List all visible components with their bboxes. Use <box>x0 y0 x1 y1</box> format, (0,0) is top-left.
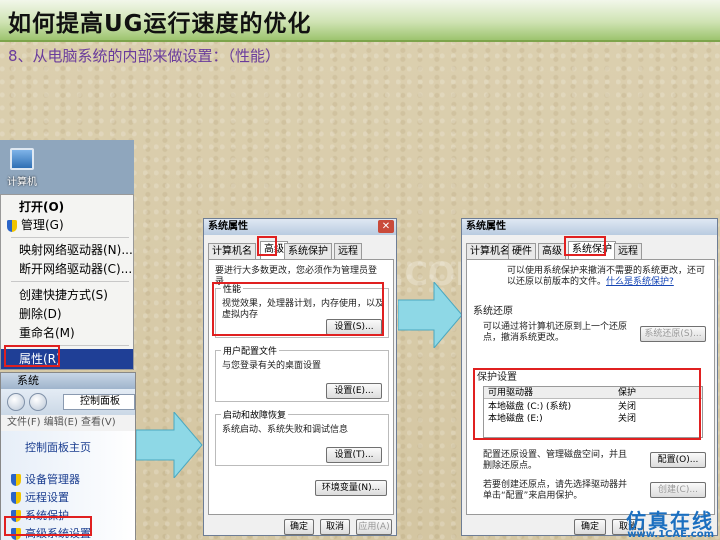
tab-remote[interactable]: 远程 <box>614 243 642 259</box>
tab-computer-name[interactable]: 计算机名 <box>208 243 256 259</box>
context-menu: 打开(O) 管理(G) 映射网络驱动器(N)... 断开网络驱动器(C)... … <box>0 194 134 370</box>
window-menu-bar[interactable]: 文件(F) 编辑(E) 查看(V) <box>1 415 135 431</box>
menu-item-map-drive[interactable]: 映射网络驱动器(N)... <box>1 240 133 260</box>
menu-item-open[interactable]: 打开(O) <box>1 197 133 217</box>
user-profile-desc: 与您登录有关的桌面设置 <box>222 361 322 371</box>
create-button[interactable]: 创建(C)... <box>650 482 706 498</box>
user-profile-group: 用户配置文件 与您登录有关的桌面设置 设置(E)... <box>215 344 389 402</box>
ok-button[interactable]: 确定 <box>284 519 314 535</box>
close-button[interactable]: ✕ <box>378 220 394 233</box>
highlight-advanced-settings <box>4 516 92 536</box>
shield-icon <box>11 492 21 504</box>
highlight-properties <box>4 345 60 367</box>
user-profile-title: 用户配置文件 <box>221 344 280 357</box>
highlight-performance-group <box>212 282 384 336</box>
menu-item-delete[interactable]: 删除(D) <box>1 304 133 324</box>
what-is-protection-link[interactable]: 什么是系统保护? <box>606 277 674 287</box>
remote-settings-link[interactable]: 远程设置 <box>11 489 69 505</box>
tab-remote[interactable]: 远程 <box>334 243 362 259</box>
config-desc: 配置还原设置、管理磁盘空间，并且删除还原点。 <box>483 450 628 471</box>
cancel-button[interactable]: 取消 <box>320 519 350 535</box>
user-profile-settings-button[interactable]: 设置(E)... <box>326 383 382 399</box>
dialog-title-text: 系统属性 <box>208 221 248 232</box>
tab-system-protection[interactable]: 系统保护 <box>284 243 332 259</box>
dialog-title: 系统属性 <box>462 219 717 235</box>
highlight-advanced-tab <box>257 236 277 256</box>
arrow-right-icon <box>398 282 463 348</box>
site-logo-url: www.1CAE.com <box>627 529 714 540</box>
dialog-title: 系统属性 ✕ <box>204 219 396 235</box>
create-desc: 若要创建还原点，请先选择驱动器并单击“配置”来启用保护。 <box>483 480 628 501</box>
restore-title: 系统还原 <box>473 306 513 317</box>
startup-recovery-group: 启动和故障恢复 系统启动、系统失败和调试信息 设置(T)... <box>215 408 389 466</box>
menu-item-manage[interactable]: 管理(G) <box>1 215 133 235</box>
control-panel-home-link[interactable]: 控制面板主页 <box>25 439 91 455</box>
nav-bar: 控制面板 <box>1 389 135 415</box>
protection-intro: 可以使用系统保护来撤消不需要的系统更改，还可以还原以前版本的文件。什么是系统保护… <box>507 266 711 288</box>
system-window-title: 系统 <box>1 373 135 389</box>
menu-item-create-shortcut[interactable]: 创建快捷方式(S) <box>1 285 133 305</box>
arrow-right-icon <box>136 412 203 478</box>
computer-desktop-icon[interactable]: 计算机 <box>4 148 40 188</box>
menu-item-disconnect-drive[interactable]: 断开网络驱动器(C)... <box>1 259 133 279</box>
menu-separator <box>11 281 129 282</box>
tab-advanced[interactable]: 高级 <box>538 243 566 259</box>
configure-button[interactable]: 配置(O)... <box>650 452 706 468</box>
device-manager-link[interactable]: 设备管理器 <box>11 471 80 487</box>
shield-icon <box>7 219 17 232</box>
computer-icon <box>10 148 34 170</box>
menu-item-rename[interactable]: 重命名(M) <box>1 323 133 343</box>
system-window: 系统 控制面板 文件(F) 编辑(E) 查看(V) 控制面板主页 设备管理器 远… <box>0 372 136 540</box>
slide-title: 如何提高UG运行速度的优化 <box>8 11 312 37</box>
highlight-protection-settings <box>473 368 701 440</box>
remote-settings-label: 远程设置 <box>25 491 69 504</box>
env-variables-button[interactable]: 环境变量(N)... <box>315 480 387 496</box>
device-manager-label: 设备管理器 <box>25 473 80 486</box>
startup-settings-button[interactable]: 设置(T)... <box>326 447 382 463</box>
menu-item-manage-label: 管理(G) <box>21 218 64 232</box>
startup-recovery-title: 启动和故障恢复 <box>221 408 289 421</box>
apply-button[interactable]: 应用(A) <box>356 519 392 535</box>
system-properties-dialog-advanced: 系统属性 ✕ 计算机名 高级 系统保护 远程 要进行大多数更改，您必须作为管理员登… <box>203 218 397 536</box>
startup-recovery-desc: 系统启动、系统失败和调试信息 <box>222 425 349 435</box>
forward-button[interactable] <box>29 393 47 411</box>
back-button[interactable] <box>7 393 25 411</box>
address-bar[interactable]: 控制面板 <box>63 394 135 410</box>
menu-separator <box>11 237 129 238</box>
dialog-title-text: 系统属性 <box>466 221 506 232</box>
computer-icon-label: 计算机 <box>7 177 37 188</box>
tab-computer-name[interactable]: 计算机名 <box>466 243 514 259</box>
tab-hardware[interactable]: 硬件 <box>508 243 536 259</box>
highlight-protection-tab <box>564 236 606 256</box>
system-restore-button[interactable]: 系统还原(S)... <box>640 326 706 342</box>
restore-desc: 可以通过将计算机还原到上一个还原点，撤消系统更改。 <box>483 322 628 343</box>
ok-button[interactable]: 确定 <box>574 519 606 535</box>
slide-subtitle: 8、从电脑系统的内部来做设置：（性能） <box>8 47 281 65</box>
shield-icon <box>11 474 21 486</box>
